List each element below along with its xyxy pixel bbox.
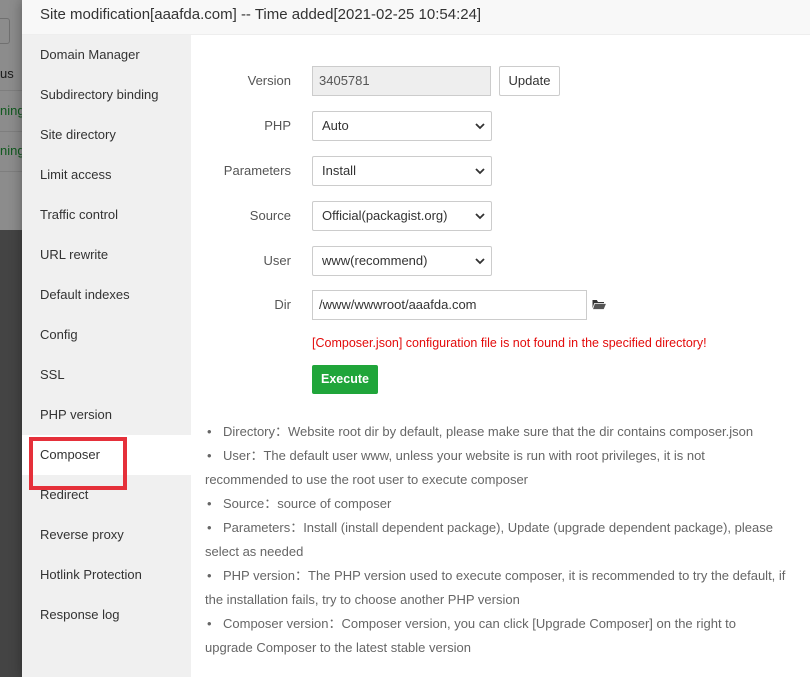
parameters-select[interactable]: Install	[312, 156, 492, 186]
version-label: Version	[247, 73, 291, 88]
help-item: • Parameters：Install (install dependent p…	[205, 516, 795, 540]
user-row: User www(recommend)	[191, 246, 810, 276]
parameters-label: Parameters	[223, 163, 291, 178]
sidebar-item-url-rewrite[interactable]: URL rewrite	[22, 235, 191, 275]
parameters-row: Parameters Install	[191, 156, 810, 186]
bullet: •	[207, 424, 212, 439]
bullet: •	[207, 448, 212, 463]
sidebar-item-response-log[interactable]: Response log	[22, 595, 191, 635]
sidebar-item-php-version[interactable]: PHP version	[22, 395, 191, 435]
execute-button[interactable]: Execute	[312, 365, 378, 394]
modal-title: Site modification[aaafda.com] -- Time ad…	[22, 0, 810, 35]
source-select-value: Official(packagist.org)	[322, 208, 448, 223]
error-message: [Composer.json] configuration file is no…	[312, 336, 707, 350]
help-item: • PHP version：The PHP version used to exe…	[205, 564, 795, 588]
sidebar-item-redirect[interactable]: Redirect	[22, 475, 191, 515]
parameters-select-value: Install	[322, 163, 356, 178]
sidebar-item-subdirectory-binding[interactable]: Subdirectory binding	[22, 75, 191, 115]
help-item: • Source：source of composer	[205, 492, 795, 516]
settings-sidebar: Domain Manager Subdirectory binding Site…	[22, 35, 192, 677]
help-item-continuation: select as needed	[205, 540, 795, 564]
help-item-continuation: the installation fails, try to choose an…	[205, 588, 795, 612]
sidebar-item-hotlink-protection[interactable]: Hotlink Protection	[22, 555, 191, 595]
help-item: • Directory：Website root dir by default, …	[205, 420, 795, 444]
dir-label: Dir	[274, 297, 291, 312]
php-label: PHP	[264, 118, 291, 133]
user-select[interactable]: www(recommend)	[312, 246, 492, 276]
bullet: •	[207, 496, 212, 511]
php-select[interactable]: Auto	[312, 111, 492, 141]
chevron-down-icon	[475, 123, 485, 130]
help-text: Directory：Website root dir by default, p…	[223, 424, 754, 439]
sidebar-item-reverse-proxy[interactable]: Reverse proxy	[22, 515, 191, 555]
sidebar-item-limit-access[interactable]: Limit access	[22, 155, 191, 195]
sidebar-item-domain-manager[interactable]: Domain Manager	[22, 35, 191, 75]
version-field: 3405781	[312, 66, 491, 96]
update-button[interactable]: Update	[499, 66, 560, 96]
help-text: Source：source of composer	[223, 496, 392, 511]
help-text: Parameters：Install (install dependent pa…	[223, 520, 773, 535]
sidebar-item-site-directory[interactable]: Site directory	[22, 115, 191, 155]
help-text: select as needed	[205, 544, 304, 559]
sidebar-item-composer[interactable]: Composer	[22, 435, 192, 475]
php-row: PHP Auto	[191, 111, 810, 141]
dir-row: Dir /www/wwwroot/aaafda.com	[191, 290, 810, 320]
help-notes: • Directory：Website root dir by default, …	[205, 420, 795, 660]
chevron-down-icon	[475, 213, 485, 220]
source-row: Source Official(packagist.org)	[191, 201, 810, 231]
bullet: •	[207, 520, 212, 535]
help-text: recommended to use the root user to exec…	[205, 472, 529, 487]
help-text: PHP version：The PHP version used to exec…	[223, 568, 786, 583]
chevron-down-icon	[475, 168, 485, 175]
help-item-continuation: upgrade Composer to the latest stable ve…	[205, 636, 795, 660]
help-text: Composer version：Composer version, you c…	[223, 616, 737, 631]
dir-input[interactable]: /www/wwwroot/aaafda.com	[312, 290, 587, 320]
php-select-value: Auto	[322, 118, 349, 133]
help-text: upgrade Composer to the latest stable ve…	[205, 640, 471, 655]
help-text: the installation fails, try to choose an…	[205, 592, 520, 607]
source-label: Source	[249, 208, 291, 223]
version-row: Version 3405781 Update	[191, 66, 810, 96]
bullet: •	[207, 616, 212, 631]
help-item: • Composer version：Composer version, you …	[205, 612, 795, 636]
chevron-down-icon	[475, 258, 485, 265]
sidebar-item-traffic-control[interactable]: Traffic control	[22, 195, 191, 235]
bullet: •	[207, 568, 212, 583]
modal-body: Domain Manager Subdirectory binding Site…	[22, 35, 810, 677]
sidebar-item-config[interactable]: Config	[22, 315, 191, 355]
source-select[interactable]: Official(packagist.org)	[312, 201, 492, 231]
help-text: User：The default user www, unless your w…	[223, 448, 705, 463]
user-select-value: www(recommend)	[322, 253, 428, 268]
sidebar-item-ssl[interactable]: SSL	[22, 355, 191, 395]
sidebar-item-default-indexes[interactable]: Default indexes	[22, 275, 191, 315]
help-item: • User：The default user www, unless your …	[205, 444, 795, 468]
user-label: User	[263, 253, 291, 268]
site-modification-modal: Site modification[aaafda.com] -- Time ad…	[22, 0, 810, 677]
folder-open-icon[interactable]	[592, 298, 607, 311]
composer-panel: Version 3405781 Update PHP Auto Paramete…	[191, 35, 810, 677]
help-item-continuation: recommended to use the root user to exec…	[205, 468, 795, 492]
